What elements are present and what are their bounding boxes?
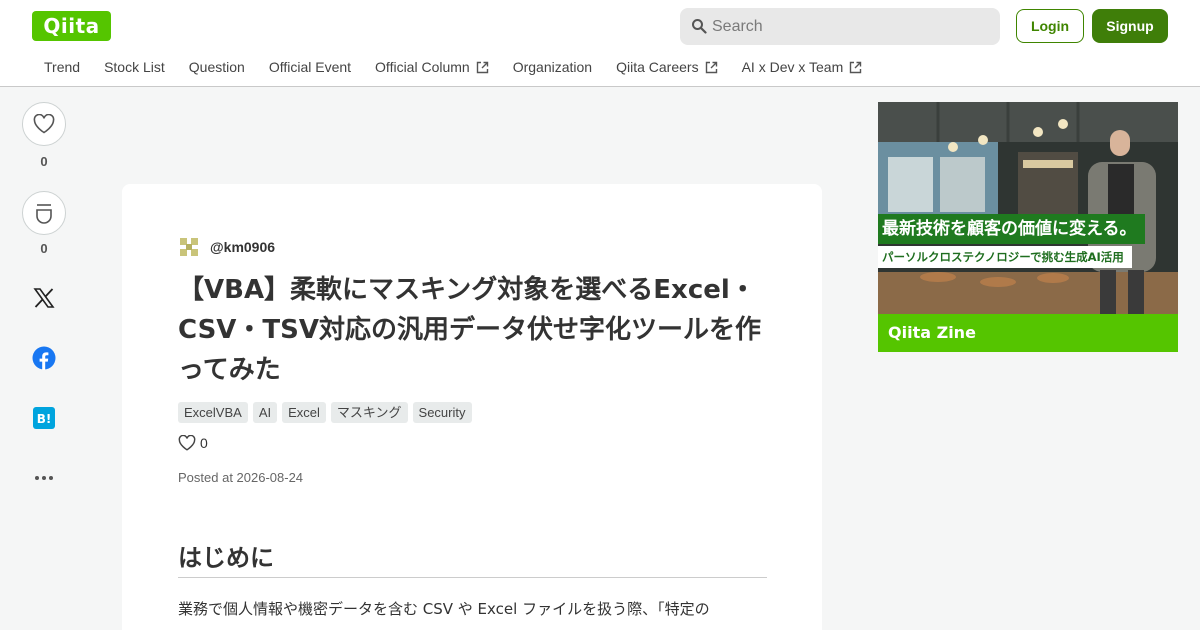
article-like-count: 0 [200, 435, 208, 451]
x-share-icon[interactable] [32, 286, 56, 310]
nav-item-label: Trend [44, 59, 81, 75]
nav-item-label: Stock List [104, 59, 165, 75]
author-avatar[interactable] [178, 236, 200, 258]
search-input[interactable] [712, 8, 992, 45]
article-body-text: 業務で個人情報や機密データを含む CSV や Excel ファイルを扱う際、「特… [178, 600, 710, 618]
posted-date: Posted at 2026-08-24 [178, 470, 304, 485]
nav-item-label: Organization [512, 59, 593, 75]
external-link-icon [705, 61, 717, 73]
author-info[interactable]: @km0906 [178, 236, 275, 258]
ad-headline: 最新技術を顧客の価値に変える。 [878, 214, 1145, 244]
site-header: Qiita Login Signup Trend Stock List Ques… [0, 0, 1200, 87]
stock-icon [36, 204, 52, 224]
nav-item-official-event[interactable]: Official Event [257, 59, 363, 75]
ad-photo [878, 102, 1178, 314]
nav-item-qiita-careers[interactable]: Qiita Careers [604, 59, 729, 75]
article-title: 【VBA】柔軟にマスキング対象を選べるExcel・CSV・TSV対応の汎用データ… [178, 275, 761, 385]
nav-item-label: Official Event [268, 59, 352, 75]
login-button[interactable]: Login [1016, 9, 1084, 43]
search-box[interactable] [680, 8, 1000, 45]
nav-item-official-column[interactable]: Official Column [363, 59, 501, 75]
tag-security[interactable]: Security [412, 402, 472, 423]
nav-item-question[interactable]: Question [177, 59, 257, 75]
qiita-logo[interactable]: Qiita [32, 11, 111, 41]
nav-item-label: AI x Dev x Team [741, 59, 844, 75]
nav-item-trend[interactable]: Trend [32, 59, 92, 75]
heart-icon [178, 435, 196, 451]
author-name[interactable]: @km0906 [210, 239, 275, 255]
tag-list: ExcelVBA AI Excel マスキング Security [178, 402, 477, 423]
more-options-icon[interactable] [32, 466, 56, 490]
heart-icon [33, 114, 55, 134]
ad-subline: パーソルクロステクノロジーで挑む生成AI活用 [878, 246, 1132, 268]
stock-button[interactable] [22, 191, 66, 235]
tag-excelvba[interactable]: ExcelVBA [178, 402, 248, 423]
nav-item-label: Official Column [375, 59, 470, 75]
like-count: 0 [40, 154, 48, 169]
nav-item-label: Qiita Careers [616, 59, 699, 75]
ad-footer-brand: Qiita Zine [878, 314, 1178, 352]
nav-item-ai-dev-team[interactable]: AI x Dev x Team [730, 59, 875, 75]
advertisement-banner[interactable]: 最新技術を顧客の価値に変える。 パーソルクロステクノロジーで挑む生成AI活用 Q… [878, 102, 1178, 352]
search-icon [691, 18, 707, 38]
stock-count: 0 [40, 241, 48, 256]
external-link-icon [850, 61, 862, 73]
article-card: @km0906 【VBA】柔軟にマスキング対象を選べるExcel・CSV・TSV… [122, 184, 822, 630]
like-button[interactable] [22, 102, 66, 146]
nav-item-label: Question [188, 59, 245, 75]
article-likes[interactable]: 0 [178, 435, 208, 451]
tag-excel[interactable]: Excel [282, 402, 326, 423]
facebook-share-icon[interactable] [32, 346, 56, 370]
hatena-bookmark-share-icon[interactable]: B! [32, 406, 56, 430]
nav-item-stock-list[interactable]: Stock List [92, 59, 177, 75]
tag-ai[interactable]: AI [252, 402, 278, 423]
svg-text:B!: B! [37, 412, 52, 426]
external-link-icon [476, 61, 488, 73]
main-nav: Trend Stock List Question Official Event… [32, 54, 874, 80]
section-heading: はじめに [178, 538, 767, 578]
signup-button[interactable]: Signup [1092, 9, 1168, 43]
tag-masking[interactable]: マスキング [330, 402, 408, 423]
nav-item-organization[interactable]: Organization [501, 59, 604, 75]
